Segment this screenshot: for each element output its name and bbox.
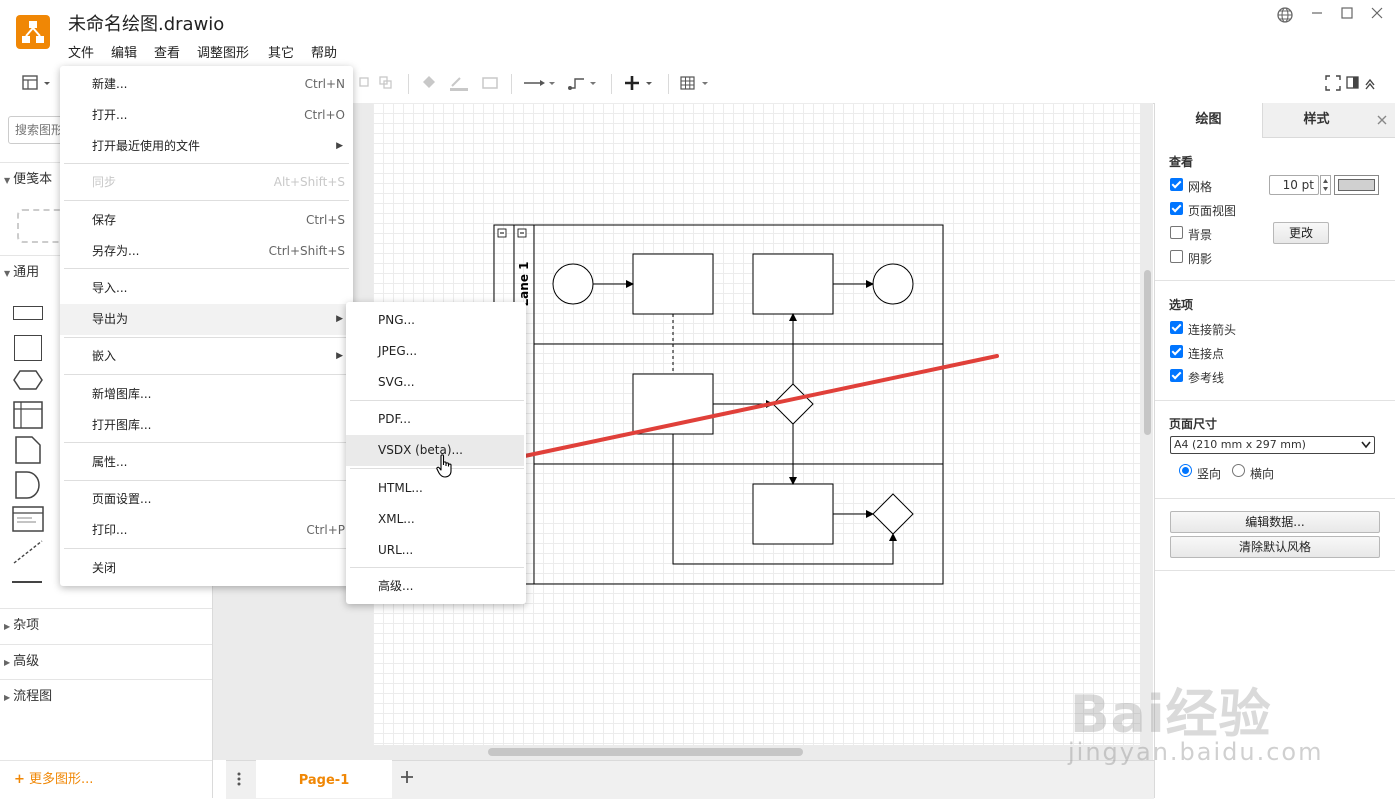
guides-label: 参考线 <box>1188 371 1225 385</box>
divider <box>1155 498 1395 499</box>
menu-separator <box>64 200 349 201</box>
menu-separator <box>64 268 349 269</box>
grid-checkbox[interactable] <box>1170 178 1183 191</box>
page-view-checkbox[interactable] <box>1170 202 1183 215</box>
change-background-button[interactable]: 更改 <box>1273 222 1329 244</box>
grid-label: 网格 <box>1188 180 1213 194</box>
landscape-label: 横向 <box>1250 467 1275 481</box>
menu-separator <box>64 337 349 338</box>
menu-item-new-library[interactable]: 新增图库... <box>60 379 353 410</box>
export-png[interactable]: PNG... <box>346 305 524 336</box>
tab-diagram[interactable]: 绘图 <box>1155 103 1262 137</box>
export-vsdx[interactable]: VSDX (beta)... <box>346 435 524 466</box>
export-jpeg[interactable]: JPEG... <box>346 336 524 367</box>
menu-separator <box>64 163 349 164</box>
connection-arrows-checkbox[interactable] <box>1170 321 1183 334</box>
menu-separator <box>350 567 524 568</box>
lane-label: Lane 1 <box>517 262 531 307</box>
menu-item-export-as[interactable]: 导出为 ▶ <box>60 304 353 335</box>
shadow-checkbox[interactable] <box>1170 250 1183 263</box>
file-menu: 新建... Ctrl+N 打开... Ctrl+O 打开最近使用的文件 ▶ 同步 Alt… <box>60 66 353 586</box>
export-url[interactable]: URL... <box>346 535 524 566</box>
divider <box>1155 570 1395 571</box>
grid-size-stepper[interactable] <box>1320 175 1331 195</box>
baidu-watermark-url: jingyan.baidu.com <box>1068 738 1324 766</box>
options-section-title: 选项 <box>1169 298 1194 312</box>
red-annotation-arrow <box>497 354 999 466</box>
menu-item-synchronize: 同步 Alt+Shift+S <box>92 175 345 189</box>
page-tab[interactable]: Page-1 <box>256 760 392 798</box>
export-pdf[interactable]: PDF... <box>346 404 524 435</box>
background-checkbox[interactable] <box>1170 226 1183 239</box>
task-1 <box>632 253 714 315</box>
close-panel-icon[interactable] <box>1369 103 1395 138</box>
tab-style[interactable]: 样式 <box>1262 103 1370 138</box>
divider <box>1155 400 1395 401</box>
clear-default-style-button[interactable]: 清除默认风格 <box>1170 536 1380 558</box>
menu-separator <box>64 548 349 549</box>
task-2 <box>752 253 834 315</box>
page-size-section-title: 页面尺寸 <box>1169 417 1218 431</box>
shadow-label: 阴影 <box>1188 252 1213 266</box>
end-event <box>872 263 914 305</box>
export-svg[interactable]: SVG... <box>346 367 524 398</box>
grid-color-button[interactable] <box>1334 175 1379 195</box>
export-advanced[interactable]: 高级... <box>346 571 524 602</box>
connection-arrows-label: 连接箭头 <box>1188 323 1237 337</box>
menu-separator <box>64 442 349 443</box>
page-view-label: 页面视图 <box>1188 204 1237 218</box>
menu-item-save-as[interactable]: 另存为... Ctrl+Shift+S <box>60 236 353 267</box>
view-section-title: 查看 <box>1169 155 1194 169</box>
menu-item-new[interactable]: 新建... Ctrl+N <box>60 69 353 100</box>
export-html[interactable]: HTML... <box>346 473 524 504</box>
export-xml[interactable]: XML... <box>346 504 524 535</box>
menu-separator <box>64 480 349 481</box>
hand-pointer-icon <box>436 454 454 481</box>
horizontal-scrollbar[interactable] <box>488 748 803 756</box>
submenu-arrow-icon: ▶ <box>336 351 343 361</box>
menu-separator <box>350 400 524 401</box>
vertical-scrollbar[interactable] <box>1144 270 1151 435</box>
menu-item-page-setup[interactable]: 页面设置... <box>60 484 353 515</box>
start-event <box>552 263 594 305</box>
background-label: 背景 <box>1188 228 1213 242</box>
menu-item-open-library[interactable]: 打开图库... <box>60 410 353 441</box>
grid-size-input[interactable]: 10 pt <box>1269 175 1319 195</box>
menu-item-close[interactable]: 关闭 <box>60 553 353 584</box>
menu-separator <box>64 374 349 375</box>
edit-data-button[interactable]: 编辑数据... <box>1170 511 1380 533</box>
connection-points-checkbox[interactable] <box>1170 345 1183 358</box>
export-submenu: PNG... JPEG... SVG... PDF... VSDX (beta)… <box>346 302 526 604</box>
menu-item-import[interactable]: 导入... <box>60 273 353 304</box>
gateway-2 <box>872 493 914 535</box>
menu-item-save[interactable]: 保存 Ctrl+S <box>60 205 353 236</box>
menu-item-open-recent[interactable]: 打开最近使用的文件 ▶ <box>60 131 353 162</box>
submenu-arrow-icon: ▶ <box>336 314 343 324</box>
divider <box>1155 280 1395 281</box>
baidu-watermark: Bai经验 <box>1070 685 1272 745</box>
connection-points-label: 连接点 <box>1188 347 1225 361</box>
portrait-label: 竖向 <box>1197 467 1222 481</box>
guides-checkbox[interactable] <box>1170 369 1183 382</box>
menu-item-properties[interactable]: 属性... <box>60 447 353 478</box>
menu-item-print[interactable]: 打印... Ctrl+P <box>60 515 353 546</box>
menu-item-open[interactable]: 打开... Ctrl+O <box>60 100 353 131</box>
page-size-select[interactable]: A4 (210 mm x 297 mm) <box>1170 436 1375 454</box>
add-page-icon[interactable] <box>399 768 415 789</box>
landscape-radio[interactable] <box>1232 464 1245 477</box>
portrait-radio[interactable] <box>1179 464 1192 477</box>
menu-item-embed[interactable]: 嵌入 ▶ <box>60 341 353 372</box>
page-menu-icon[interactable] <box>233 770 245 791</box>
submenu-arrow-icon: ▶ <box>336 141 343 151</box>
task-4 <box>752 483 834 545</box>
